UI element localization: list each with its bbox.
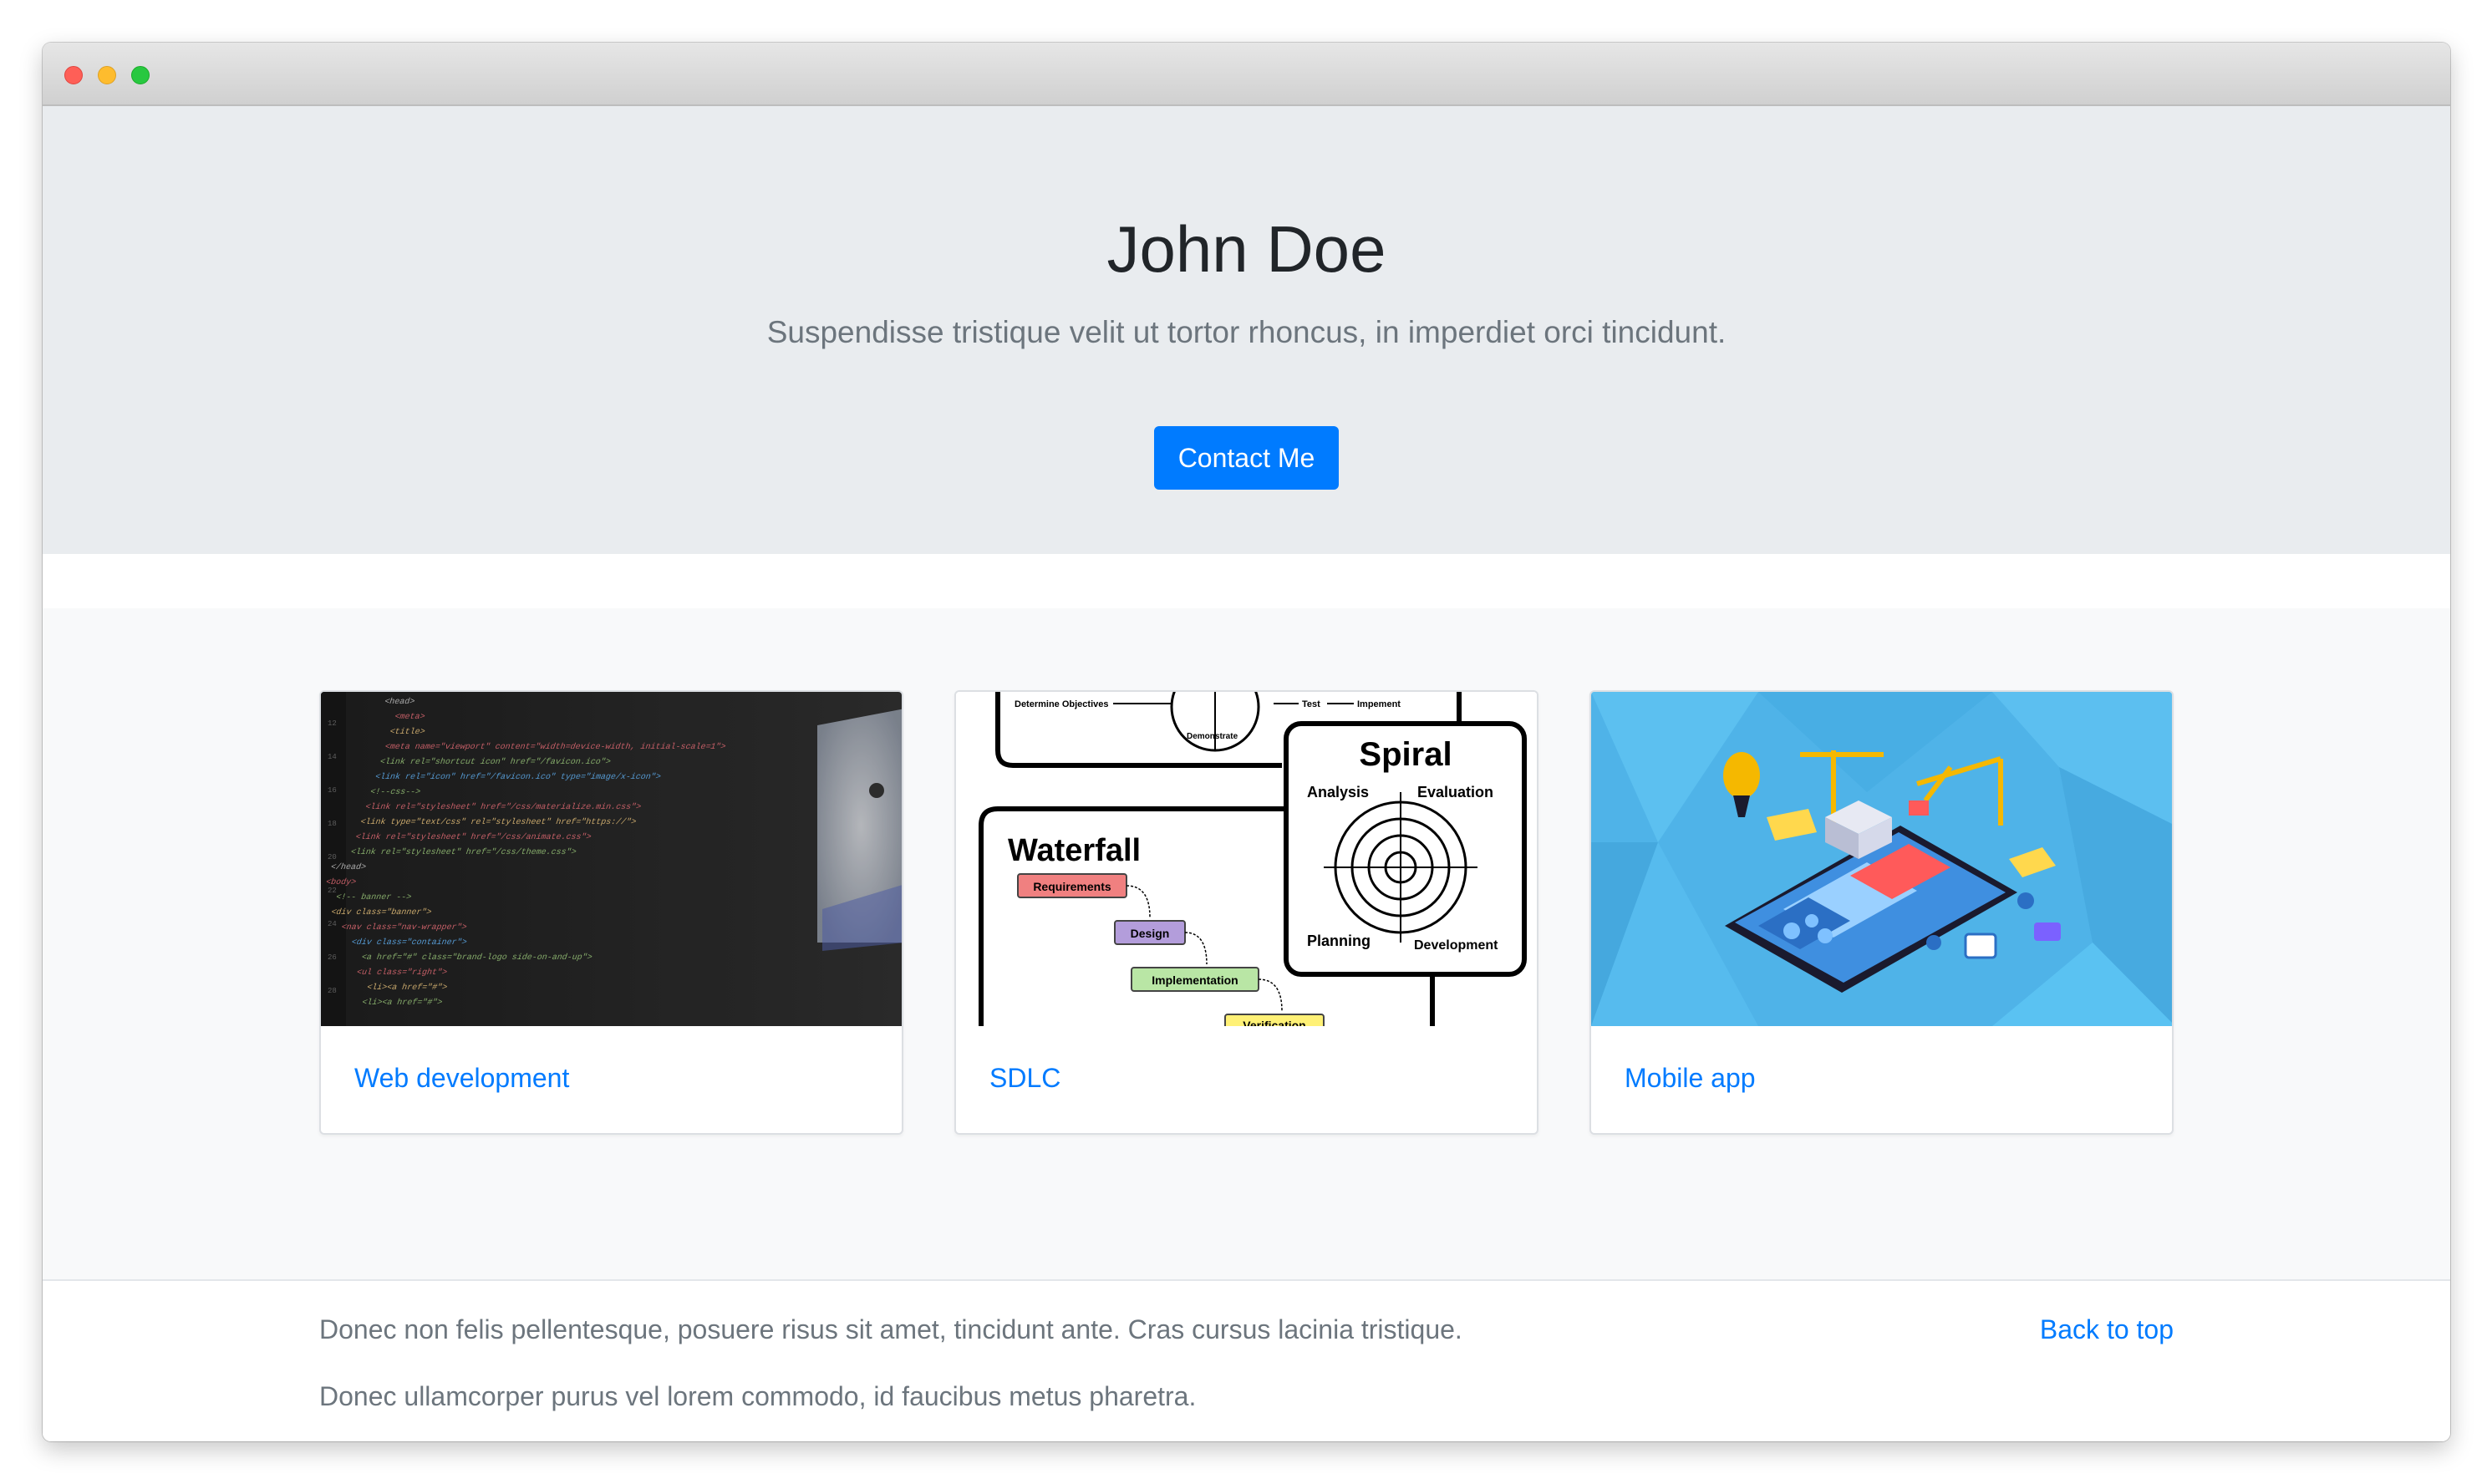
footer-text-line-2: Donec ullamcorper purus vel lorem commod…	[319, 1381, 1197, 1411]
card-caption-sdlc[interactable]: SDLC	[989, 1063, 1060, 1094]
album-section: <head> <meta> <title> <meta name="viewpo…	[43, 608, 2450, 1295]
card-caption-mobile-app[interactable]: Mobile app	[1625, 1063, 1756, 1094]
waterfall-title: Waterfall	[1008, 833, 1141, 868]
card-caption-web-development[interactable]: Web development	[354, 1063, 569, 1094]
footer-text-line-1: Donec non felis pellentesque, posuere ri…	[319, 1314, 1462, 1344]
card-web-development[interactable]: <head> <meta> <title> <meta name="viewpo…	[319, 690, 903, 1135]
page-footer: Donec non felis pellentesque, posuere ri…	[43, 1279, 2450, 1441]
label-impement: Impement	[1357, 699, 1401, 709]
waterfall-implementation: Implementation	[1152, 973, 1238, 987]
spiral-planning-label: Planning	[1307, 933, 1371, 949]
jumbotron: John Doe Suspendisse tristique velit ut …	[43, 106, 2450, 554]
sdlc-diagram-image: Determine Objectives Demonstrate Test Im…	[956, 692, 1537, 1026]
card-sdlc[interactable]: Determine Objectives Demonstrate Test Im…	[954, 690, 1538, 1135]
minimize-window-button[interactable]	[98, 66, 116, 84]
close-window-button[interactable]	[64, 66, 83, 84]
spiral-title: Spiral	[1359, 736, 1452, 773]
label-determine-objectives: Determine Objectives	[1015, 699, 1109, 709]
spiral-development-label: Development	[1414, 938, 1498, 953]
waterfall-design: Design	[1131, 927, 1170, 940]
mobile-app-illustration	[1591, 692, 2172, 1026]
browser-window: John Doe Suspendisse tristique velit ut …	[43, 43, 2450, 1441]
waterfall-verification: Verification	[1243, 1019, 1305, 1026]
maximize-window-button[interactable]	[131, 66, 150, 84]
window-titlebar	[43, 43, 2450, 106]
contact-me-button[interactable]: Contact Me	[1154, 426, 1339, 490]
spiral-analysis-label: Analysis	[1307, 784, 1369, 800]
page-title: John Doe	[1106, 212, 1386, 286]
back-to-top-link[interactable]: Back to top	[2040, 1314, 2174, 1345]
hero-subtitle: Suspendisse tristique velit ut tortor rh…	[766, 315, 1727, 349]
label-test: Test	[1302, 699, 1320, 709]
card-mobile-app[interactable]: Mobile app	[1589, 690, 2174, 1135]
spiral-evaluation-label: Evaluation	[1417, 784, 1493, 800]
label-demonstrate: Demonstrate	[1187, 732, 1238, 741]
waterfall-requirements: Requirements	[1033, 880, 1111, 893]
code-screen-image: <head> <meta> <title> <meta name="viewpo…	[321, 692, 902, 1026]
